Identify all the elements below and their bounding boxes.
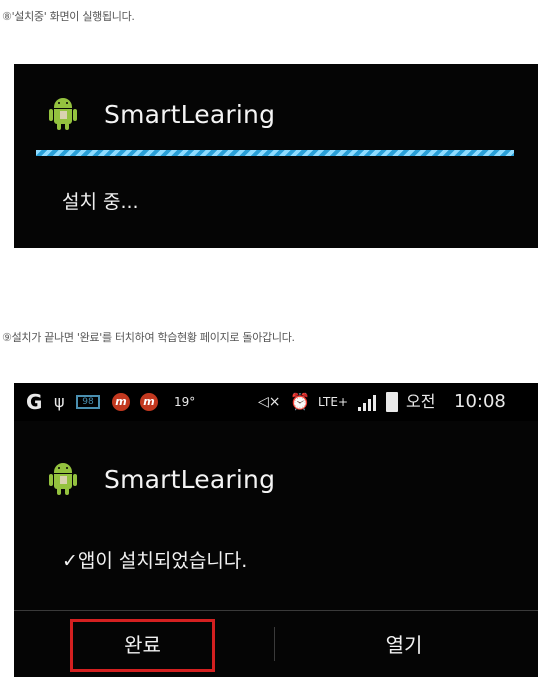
notification-m-icon: m — [140, 393, 158, 411]
charging-battery-icon — [386, 392, 398, 412]
notification-m-icon: m — [112, 393, 130, 411]
app-name: SmartLearing — [104, 464, 276, 494]
open-button[interactable]: 열기 — [344, 619, 464, 672]
mute-icon: ◁× — [258, 394, 281, 410]
battery-98-icon: 98 — [76, 395, 100, 409]
installing-screen: SmartLearing 설치 중... — [14, 64, 538, 248]
app-header: SmartLearing — [49, 459, 276, 499]
step8-caption: ⑧'설치중' 화면이 실행됩니다. — [2, 10, 135, 23]
usb-icon: ψ — [54, 392, 65, 411]
status-bar: G ψ 98 m m 19° ◁× ⏰ LTE+ 오전 10:08 — [14, 383, 538, 421]
lte-icon: LTE+ — [318, 395, 348, 409]
clock: 10:08 — [454, 391, 506, 412]
install-complete-message: ✓앱이 설치되었습니다. — [62, 550, 248, 572]
g-logo-icon: G — [26, 390, 43, 414]
android-icon — [49, 462, 77, 496]
app-header: SmartLearing — [49, 94, 276, 134]
installed-screen: G ψ 98 m m 19° ◁× ⏰ LTE+ 오전 10:08 SmartL… — [14, 383, 538, 677]
step9-caption: ⑨설치가 끝나면 '완료'를 터치하여 학습현황 페이지로 돌아갑니다. — [2, 331, 295, 344]
installing-status: 설치 중... — [62, 191, 139, 213]
install-progress-bar — [36, 150, 514, 156]
android-icon — [49, 97, 77, 131]
app-name: SmartLearing — [104, 99, 276, 129]
done-button[interactable]: 완료 — [70, 619, 215, 672]
divider — [274, 627, 275, 661]
ampm: 오전 — [406, 392, 436, 411]
alarm-icon: ⏰ — [290, 392, 310, 411]
divider — [14, 610, 538, 611]
temperature: 19° — [174, 395, 196, 409]
